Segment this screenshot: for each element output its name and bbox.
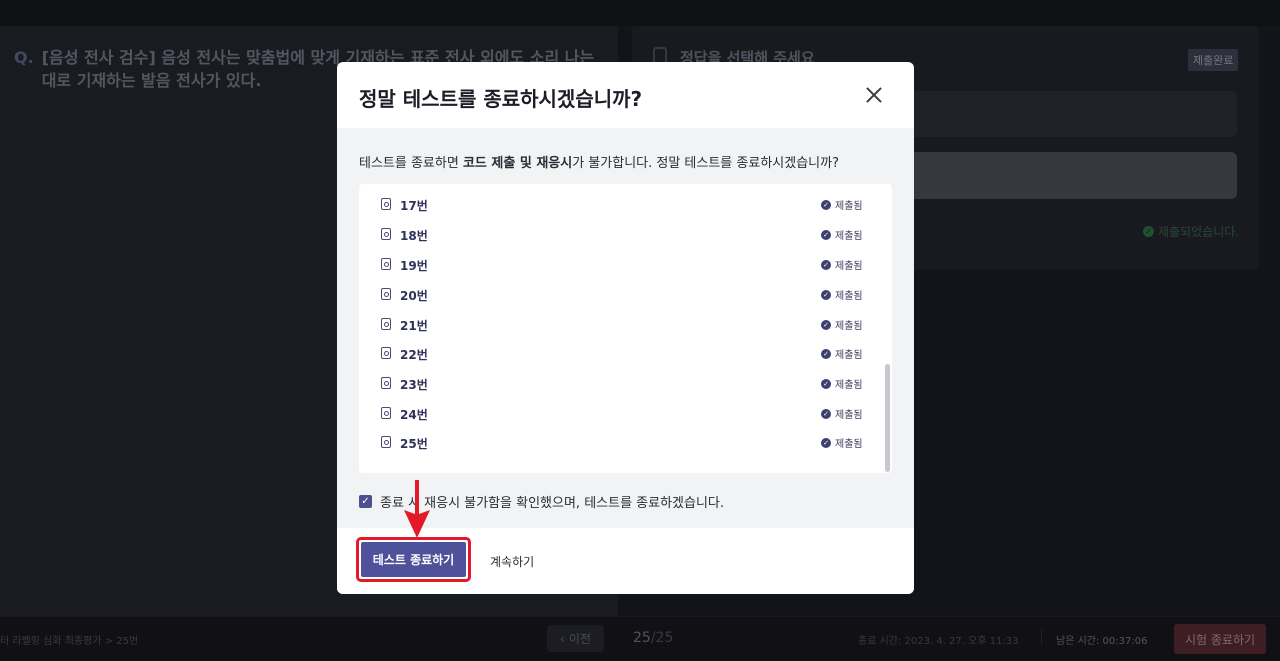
list-item: 22번 ✓ 제출됨: [359, 339, 877, 369]
desc-suffix: 가 불가합니다. 정말 테스트를 종료하시겠습니까?: [572, 156, 839, 171]
document-icon: [381, 377, 391, 389]
item-status: ✓ 제출됨: [821, 435, 863, 450]
modal-body: 테스트를 종료하면 코드 제출 및 재응시가 불가합니다. 정말 테스트를 종료…: [337, 128, 914, 528]
document-icon: [381, 198, 391, 210]
item-status-text: 제출됨: [835, 261, 863, 272]
document-icon: [381, 288, 391, 300]
document-icon: [381, 347, 391, 359]
item-label: 20번: [400, 289, 428, 303]
check-circle-icon: ✓: [821, 378, 831, 389]
item-status: ✓ 제출됨: [821, 197, 863, 212]
check-circle-icon: ✓: [821, 229, 831, 240]
question-list[interactable]: 17번 ✓ 제출됨 18번 ✓ 제출됨 19번 ✓ 제출됨 20번 ✓ 제출됨 21번: [359, 184, 892, 473]
item-status-text: 제출됨: [835, 380, 863, 391]
item-label: 24번: [400, 408, 428, 422]
item-label: 19번: [400, 259, 428, 273]
check-circle-icon: ✓: [821, 408, 831, 419]
item-label: 22번: [400, 348, 428, 362]
item-status-text: 제출됨: [835, 231, 863, 242]
list-item: 24번 ✓ 제출됨: [359, 399, 877, 429]
list-item: 20번 ✓ 제출됨: [359, 280, 877, 310]
item-label: 25번: [400, 437, 428, 451]
document-icon: [381, 258, 391, 270]
list-item: 18번 ✓ 제출됨: [359, 220, 877, 250]
document-icon: [381, 407, 391, 419]
item-label: 21번: [400, 319, 428, 333]
item-status: ✓ 제출됨: [821, 257, 863, 272]
desc-bold: 코드 제출 및 재응시: [462, 156, 573, 171]
continue-button[interactable]: 계속하기: [490, 553, 534, 570]
end-test-label: 테스트 종료하기: [361, 542, 466, 577]
check-circle-icon: ✓: [821, 437, 831, 448]
list-item: 23번 ✓ 제출됨: [359, 369, 877, 399]
item-status-text: 제출됨: [835, 201, 863, 212]
modal-title: 정말 테스트를 종료하시겠습니까?: [359, 87, 643, 111]
item-status: ✓ 제출됨: [821, 227, 863, 242]
item-status-text: 제출됨: [835, 350, 863, 361]
document-icon: [381, 228, 391, 240]
list-item: 21번 ✓ 제출됨: [359, 310, 877, 340]
item-status-text: 제출됨: [835, 410, 863, 421]
list-item: 19번 ✓ 제출됨: [359, 250, 877, 280]
confirm-checkbox[interactable]: ✓: [359, 495, 372, 508]
end-test-button[interactable]: 테스트 종료하기: [356, 537, 471, 582]
annotation-arrow-icon: [404, 480, 430, 538]
check-circle-icon: ✓: [821, 199, 831, 210]
document-icon: [381, 318, 391, 330]
document-icon: [381, 436, 391, 448]
item-label: 17번: [400, 199, 428, 213]
item-label: 23번: [400, 378, 428, 392]
list-scrollbar[interactable]: [885, 364, 890, 472]
check-circle-icon: ✓: [821, 259, 831, 270]
item-status: ✓ 제출됨: [821, 376, 863, 391]
item-status: ✓ 제출됨: [821, 406, 863, 421]
list-item: 17번 ✓ 제출됨: [359, 190, 877, 220]
item-status: ✓ 제출됨: [821, 317, 863, 332]
check-circle-icon: ✓: [821, 348, 831, 359]
item-status-text: 제출됨: [835, 439, 863, 450]
modal-header: 정말 테스트를 종료하시겠습니까?: [337, 62, 914, 128]
item-status: ✓ 제출됨: [821, 346, 863, 361]
modal-description: 테스트를 종료하면 코드 제출 및 재응시가 불가합니다. 정말 테스트를 종료…: [359, 152, 839, 171]
check-circle-icon: ✓: [821, 319, 831, 330]
item-status: ✓ 제출됨: [821, 287, 863, 302]
close-icon[interactable]: [863, 84, 885, 106]
check-circle-icon: ✓: [821, 289, 831, 300]
item-status-text: 제출됨: [835, 321, 863, 332]
list-item: 25번 ✓ 제출됨: [359, 428, 877, 458]
item-status-text: 제출됨: [835, 291, 863, 302]
item-label: 18번: [400, 229, 428, 243]
desc-prefix: 테스트를 종료하면: [359, 156, 463, 171]
